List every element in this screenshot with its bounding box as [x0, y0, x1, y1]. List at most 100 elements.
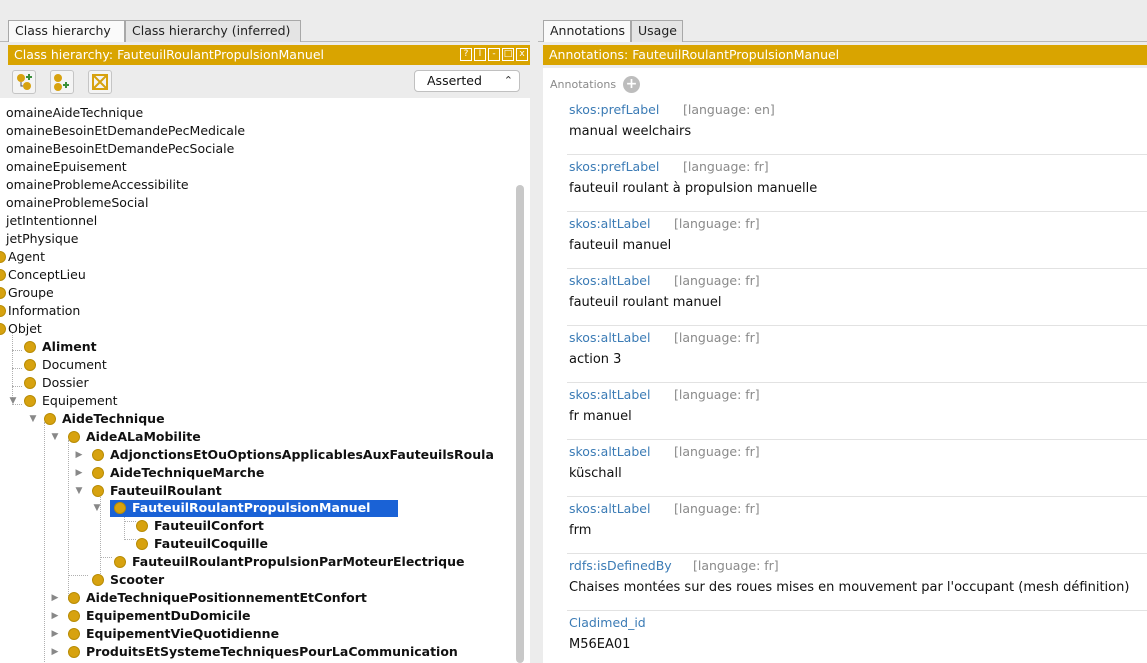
annotation-row[interactable]: skos:altLabel [language: fr] fauteuil ro…	[567, 269, 1147, 326]
tab-class-hierarchy[interactable]: Class hierarchy	[8, 20, 125, 42]
tree-node[interactable]: omaineBesoinEtDemandePecSociale	[6, 140, 234, 158]
add-subclass-icon	[17, 74, 32, 90]
annotation-row[interactable]: skos:altLabel [language: fr] küschall	[567, 440, 1147, 497]
annotation-property[interactable]: skos:prefLabel	[569, 102, 659, 117]
tree-node[interactable]: ▶ AideTechniqueMarche	[0, 464, 265, 482]
expand-arrow-icon[interactable]: ▶	[74, 464, 84, 482]
add-subclass-button[interactable]	[12, 70, 36, 94]
tree-scrollbar[interactable]	[516, 185, 524, 663]
tree-node-selected[interactable]: ▼ FauteuilRoulantPropulsionManuel	[0, 499, 371, 517]
collapse-arrow-icon[interactable]: ▼	[92, 499, 102, 517]
tree-node[interactable]: ▶ AideTechniquePositionnementEtConfort	[0, 589, 367, 607]
tree-node[interactable]: ▶ EquipementDuDomicile	[0, 607, 251, 625]
tree-node[interactable]: ▶ EquipementVieQuotidienne	[0, 625, 280, 643]
annotation-property[interactable]: Cladimed_id	[569, 615, 646, 630]
tree-node[interactable]: Dossier	[0, 374, 89, 392]
add-sibling-button[interactable]	[50, 70, 74, 94]
tree-node[interactable]: ▼ FauteuilRoulant	[0, 482, 222, 500]
tree-node[interactable]: jetIntentionnel	[6, 212, 97, 230]
close-view-button[interactable]: x	[516, 48, 528, 61]
protege-window: Class hierarchy Class hierarchy (inferre…	[0, 0, 1147, 663]
annotation-row[interactable]: skos:altLabel [language: fr] frm	[567, 497, 1147, 554]
collapse-arrow-icon[interactable]: ▼	[50, 428, 60, 446]
annotation-value: M56EA01	[569, 637, 631, 652]
tree-node[interactable]: ▶ AdjonctionsEtOuOptionsApplicablesAuxFau…	[0, 446, 494, 464]
tree-node[interactable]: omaineProblemeAccessibilite	[6, 176, 189, 194]
class-icon	[0, 269, 6, 281]
tree-node[interactable]: Scooter	[0, 571, 164, 589]
annotation-row[interactable]: skos:altLabel [language: fr] fauteuil ma…	[567, 212, 1147, 269]
annotation-property[interactable]: rdfs:isDefinedBy	[569, 558, 672, 573]
expand-arrow-icon[interactable]: ▶	[50, 607, 60, 625]
annotation-value: action 3	[569, 352, 622, 367]
annotation-property[interactable]: skos:altLabel	[569, 501, 650, 516]
expand-arrow-icon[interactable]: ▶	[74, 446, 84, 464]
annotations-label: Annotations	[550, 78, 617, 91]
class-icon	[114, 502, 126, 514]
tree-node-label: EquipementDuDomicile	[86, 608, 251, 623]
hierarchy-mode-select[interactable]: Asserted ⌃	[414, 70, 520, 92]
tree-node[interactable]: omaineEpuisement	[6, 158, 127, 176]
annotation-property[interactable]: skos:altLabel	[569, 216, 650, 231]
expand-arrow-icon[interactable]: ▶	[50, 589, 60, 607]
info-view-button[interactable]: I	[474, 48, 486, 61]
tree-node[interactable]: Information	[0, 302, 80, 320]
maximize-view-button[interactable]: □	[502, 48, 514, 61]
tree-node[interactable]: ConceptLieu	[0, 266, 86, 284]
annotation-property[interactable]: skos:altLabel	[569, 444, 650, 459]
tree-node[interactable]: FauteuilRoulantPropulsionParMoteurElectr…	[0, 553, 464, 571]
tree-node[interactable]: Objet	[0, 320, 42, 338]
tree-node[interactable]: ▼ Equipement	[0, 392, 118, 410]
annotation-value: manual weelchairs	[569, 124, 692, 139]
tab-usage[interactable]: Usage	[631, 20, 683, 42]
delete-class-button[interactable]	[88, 70, 112, 94]
tree-node-label: omaineAideTechnique	[6, 105, 144, 120]
tree-node[interactable]: Document	[0, 356, 107, 374]
tab-class-hierarchy-inferred[interactable]: Class hierarchy (inferred)	[125, 20, 301, 42]
expand-arrow-icon[interactable]: ▶	[50, 643, 60, 661]
help-view-button[interactable]: ?	[460, 48, 472, 61]
tree-node-label: AideTechniquePositionnementEtConfort	[86, 590, 367, 605]
class-icon	[0, 251, 6, 263]
expand-arrow-icon[interactable]: ▶	[50, 625, 60, 643]
minimize-view-button[interactable]: -	[488, 48, 500, 61]
annotation-value: fauteuil roulant manuel	[569, 295, 722, 310]
class-icon	[92, 467, 104, 479]
tree-node[interactable]: Agent	[0, 248, 45, 266]
tree-node[interactable]: omaineBesoinEtDemandePecMedicale	[6, 122, 245, 140]
tree-node[interactable]: Groupe	[0, 284, 54, 302]
annotation-row[interactable]: skos:altLabel [language: fr] action 3	[567, 326, 1147, 383]
tree-node[interactable]: ▼ AideALaMobilite	[0, 428, 201, 446]
tree-node[interactable]: Aliment	[0, 338, 97, 356]
annotation-row[interactable]: Cladimed_id M56EA01	[567, 611, 1147, 663]
annotation-row[interactable]: rdfs:isDefinedBy [language: fr] Chaises …	[567, 554, 1147, 611]
tree-node[interactable]: ▶ ProduitsEtSystemeTechniquesPourLaCommun…	[0, 643, 458, 661]
collapse-arrow-icon[interactable]: ▼	[8, 392, 18, 410]
tree-node[interactable]: jetPhysique	[6, 230, 78, 248]
annotation-property[interactable]: skos:prefLabel	[569, 159, 659, 174]
annotation-property[interactable]: skos:altLabel	[569, 273, 650, 288]
tree-node-label: ConceptLieu	[8, 267, 86, 282]
tree-node-label: omaineProblemeAccessibilite	[6, 177, 189, 192]
annotation-property[interactable]: skos:altLabel	[569, 387, 650, 402]
annotation-language: [language: fr]	[674, 330, 760, 345]
tree-node-label: omaineBesoinEtDemandePecMedicale	[6, 123, 246, 138]
collapse-arrow-icon[interactable]: ▼	[74, 482, 84, 500]
tree-node[interactable]: omaineProblemeSocial	[6, 194, 148, 212]
split-pane-divider[interactable]	[530, 0, 538, 663]
tree-node[interactable]: FauteuilConfort	[0, 517, 264, 535]
tree-node[interactable]: omaineAideTechnique	[6, 104, 143, 122]
tree-node[interactable]: ▼ AideTechnique	[0, 410, 165, 428]
collapse-arrow-icon[interactable]: ▼	[28, 410, 38, 428]
annotation-row[interactable]: skos:altLabel [language: fr] fr manuel	[567, 383, 1147, 440]
tree-node[interactable]: FauteuilCoquille	[0, 535, 268, 553]
tab-annotations[interactable]: Annotations	[543, 20, 631, 42]
add-annotation-button[interactable]: +	[623, 76, 640, 93]
class-hierarchy-header: Class hierarchy: FauteuilRoulantPropulsi…	[8, 45, 530, 65]
class-icon	[92, 485, 104, 497]
annotation-row[interactable]: skos:prefLabel [language: en] manual wee…	[567, 98, 1147, 155]
annotation-property[interactable]: skos:altLabel	[569, 330, 650, 345]
class-icon	[68, 592, 80, 604]
annotation-language: [language: fr]	[674, 387, 760, 402]
annotation-row[interactable]: skos:prefLabel [language: fr] fauteuil r…	[567, 155, 1147, 212]
